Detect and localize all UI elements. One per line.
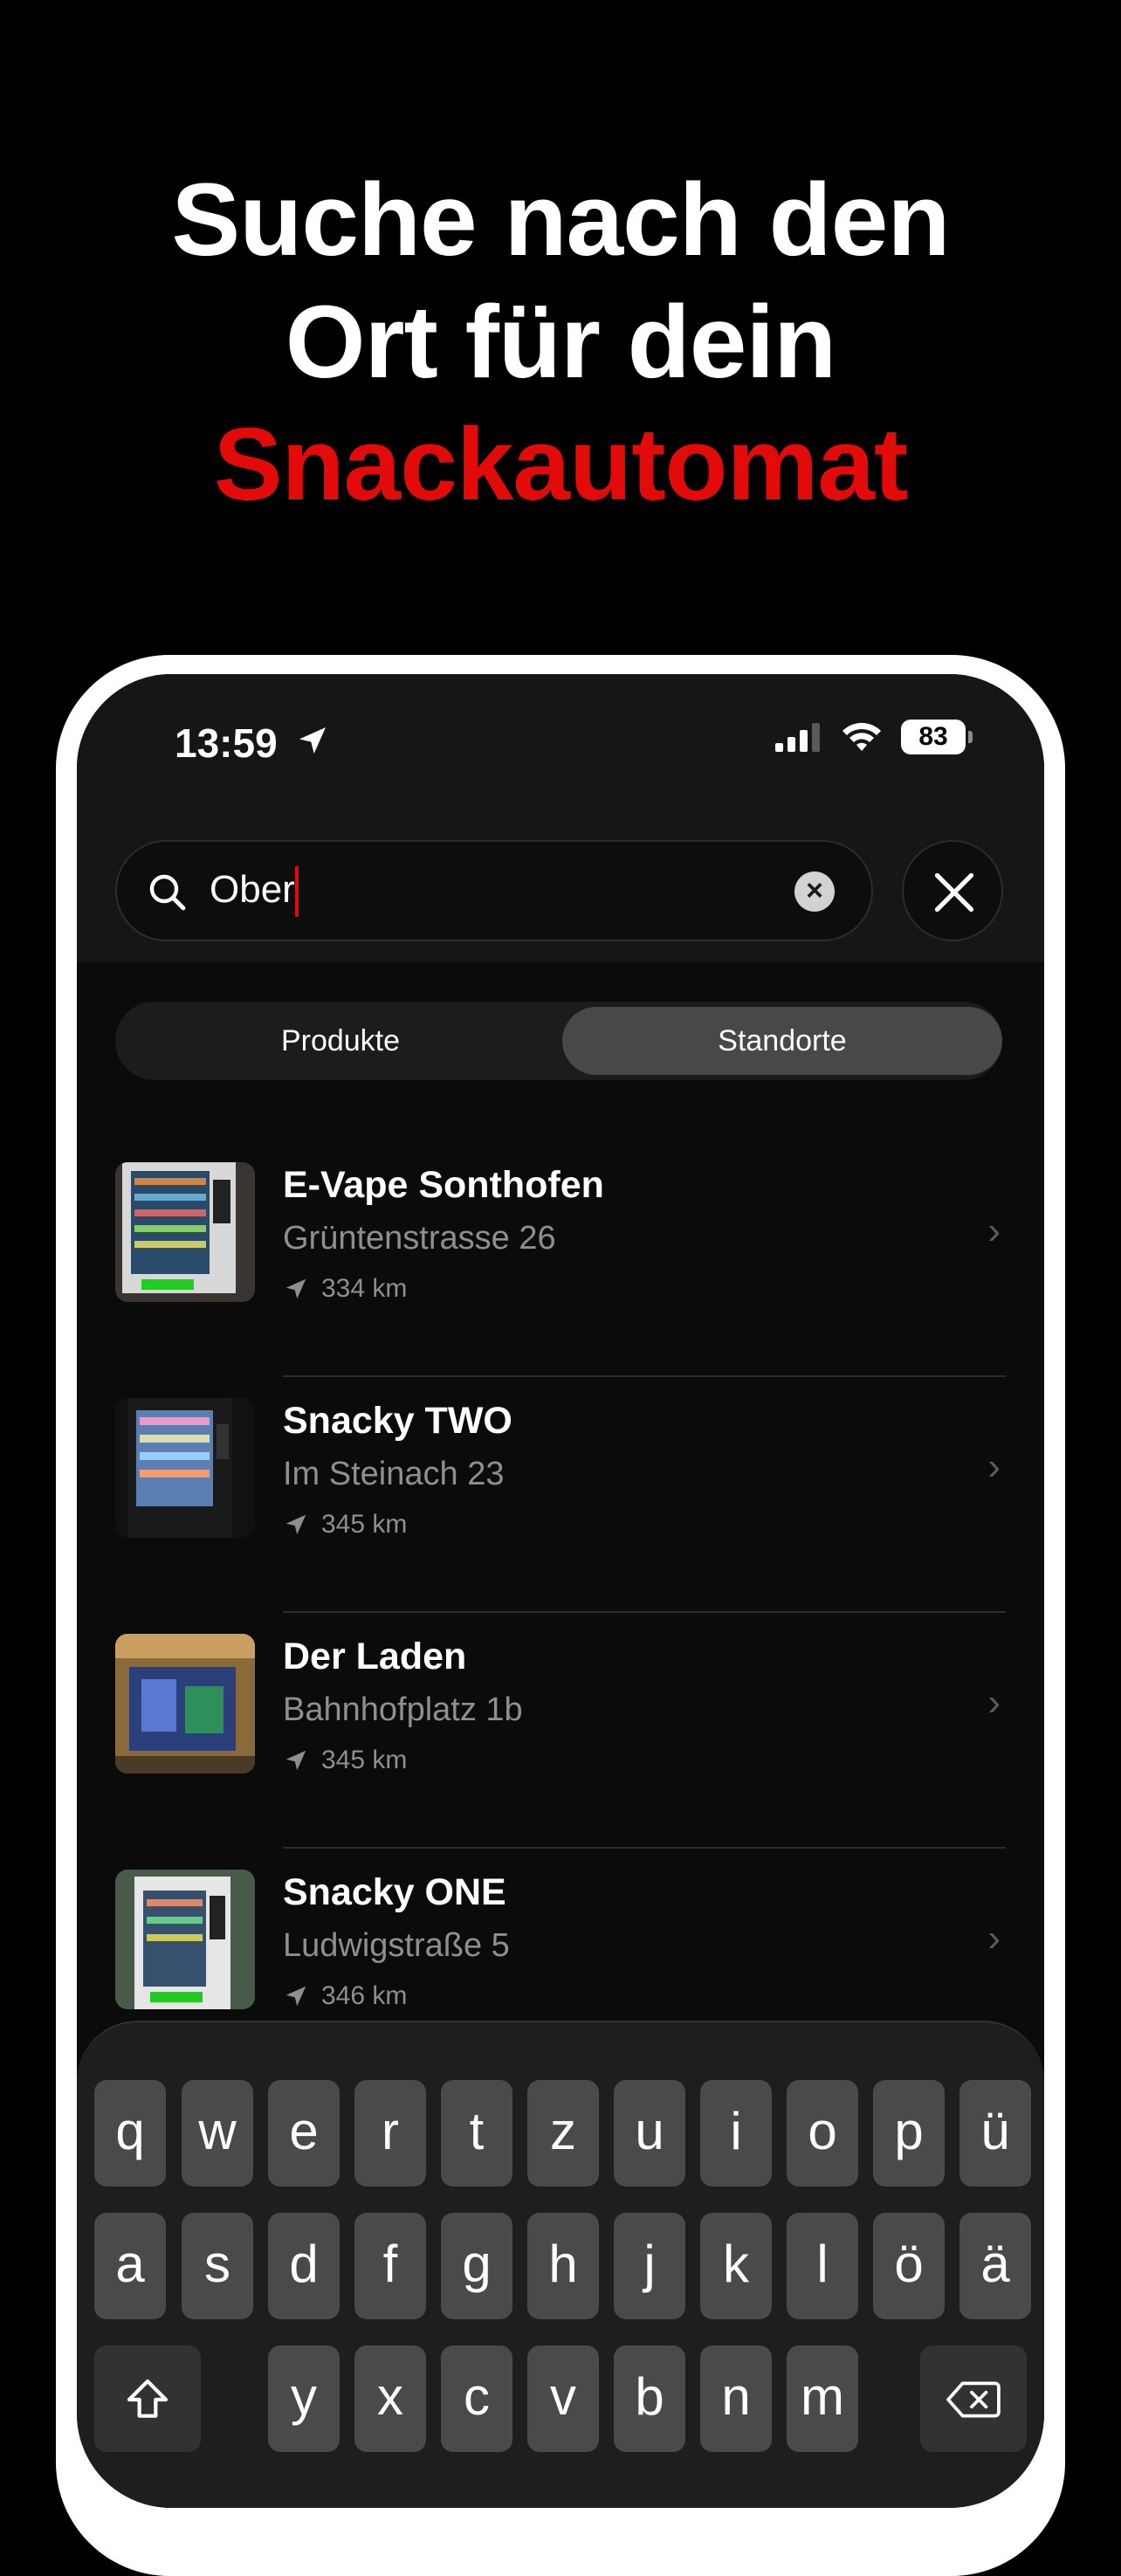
keyboard: q w e r t z u i o p ü a s d f g h j k l … [77, 2021, 1044, 2508]
key-p[interactable]: p [873, 2080, 945, 2187]
chevron-right-icon: › [987, 1209, 1001, 1252]
headline: Suche nach den Ort für dein Snackautomat [0, 159, 1121, 526]
list-item[interactable]: E-Vape Sonthofen Grüntenstrasse 26 334 k… [77, 1141, 1044, 1377]
location-title: Snacky ONE [283, 1871, 506, 1913]
key-w[interactable]: w [182, 2080, 253, 2187]
key-s[interactable]: s [182, 2213, 253, 2319]
key-f[interactable]: f [354, 2213, 426, 2319]
location-distance: 346 km [283, 1981, 407, 2011]
key-t[interactable]: t [441, 2080, 512, 2187]
key-x[interactable]: x [354, 2345, 426, 2452]
distance-value: 345 km [321, 1510, 408, 1539]
location-arrow-icon [285, 1278, 306, 1299]
backspace-key[interactable] [920, 2345, 1027, 2452]
list-item[interactable]: Der Laden Bahnhofplatz 1b 345 km › [77, 1613, 1044, 1849]
distance-value: 346 km [321, 1981, 408, 2010]
key-h[interactable]: h [527, 2213, 599, 2319]
location-title: E-Vape Sonthofen [283, 1164, 604, 1206]
location-distance: 334 km [283, 1274, 407, 1304]
location-distance: 345 km [283, 1510, 407, 1539]
search-input-value: Ober [210, 868, 295, 911]
headline-line-3: Snackautomat [213, 407, 909, 522]
shift-key[interactable] [94, 2345, 201, 2452]
close-search-button[interactable] [902, 840, 1003, 941]
chevron-right-icon: › [987, 1445, 1001, 1488]
key-i[interactable]: i [700, 2080, 772, 2187]
key-l[interactable]: l [787, 2213, 858, 2319]
key-b[interactable]: b [614, 2345, 685, 2452]
key-u[interactable]: u [614, 2080, 685, 2187]
key-g[interactable]: g [441, 2213, 512, 2319]
location-address: Im Steinach 23 [283, 1456, 505, 1492]
location-arrow-icon [285, 1514, 306, 1535]
wifi-icon [842, 722, 881, 751]
distance-value: 334 km [321, 1274, 408, 1303]
headline-line-1: Suche nach den [171, 162, 951, 278]
key-o[interactable]: o [787, 2080, 858, 2187]
search-header: 13:59 83 Ober × [77, 674, 1044, 962]
key-m[interactable]: m [787, 2345, 858, 2452]
key-y[interactable]: y [268, 2345, 340, 2452]
vending-machine-thumbnail [115, 1870, 255, 2009]
status-indicators: 83 [775, 720, 973, 754]
results-list: E-Vape Sonthofen Grüntenstrasse 26 334 k… [77, 1141, 1044, 2084]
location-arrow-icon [299, 727, 326, 754]
key-v[interactable]: v [527, 2345, 599, 2452]
clear-search-button[interactable]: × [794, 871, 835, 912]
key-ae[interactable]: ä [959, 2213, 1031, 2319]
location-title: Der Laden [283, 1636, 467, 1677]
location-address: Grüntenstrasse 26 [283, 1220, 556, 1257]
segmented-control: Produkte Standorte [115, 1002, 1002, 1080]
location-title: Snacky TWO [283, 1400, 512, 1442]
vending-machine-thumbnail [115, 1162, 255, 1302]
location-address: Bahnhofplatz 1b [283, 1691, 523, 1728]
key-q[interactable]: q [94, 2080, 166, 2187]
store-thumbnail [115, 1634, 255, 1774]
tab-produkte[interactable]: Produkte [120, 1007, 560, 1075]
key-ue[interactable]: ü [959, 2080, 1031, 2187]
location-address: Ludwigstraße 5 [283, 1927, 510, 1964]
key-oe[interactable]: ö [873, 2213, 945, 2319]
key-r[interactable]: r [354, 2080, 426, 2187]
key-c[interactable]: c [441, 2345, 512, 2452]
vending-machine-thumbnail [115, 1398, 255, 1538]
key-k[interactable]: k [700, 2213, 772, 2319]
key-a[interactable]: a [94, 2213, 166, 2319]
location-arrow-icon [285, 1986, 306, 2007]
location-arrow-icon [285, 1750, 306, 1771]
phone-screen: 13:59 83 Ober × Produkte Standorte E-Vap… [77, 674, 1044, 2508]
status-time: 13:59 [175, 720, 278, 766]
chevron-right-icon: › [987, 1681, 1001, 1724]
distance-value: 345 km [321, 1746, 408, 1774]
shift-icon [127, 2379, 168, 2418]
key-j[interactable]: j [614, 2213, 685, 2319]
chevron-right-icon: › [987, 1917, 1001, 1960]
search-input[interactable]: Ober × [115, 840, 873, 941]
key-n[interactable]: n [700, 2345, 772, 2452]
text-caret [295, 866, 299, 917]
location-distance: 345 km [283, 1746, 407, 1775]
list-item[interactable]: Snacky TWO Im Steinach 23 345 km › [77, 1377, 1044, 1613]
signal-icon [775, 723, 820, 752]
key-z[interactable]: z [527, 2080, 599, 2187]
battery-indicator: 83 [901, 720, 973, 754]
close-icon [934, 872, 974, 913]
search-icon [149, 874, 186, 911]
backspace-icon [946, 2381, 1001, 2418]
key-e[interactable]: e [268, 2080, 340, 2187]
tab-standorte[interactable]: Standorte [562, 1007, 1002, 1075]
key-d[interactable]: d [268, 2213, 340, 2319]
headline-line-2: Ort für dein [285, 285, 836, 400]
